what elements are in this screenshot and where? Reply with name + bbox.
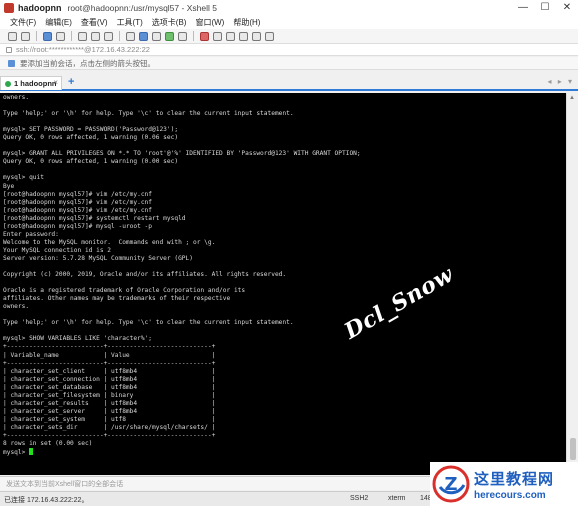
- toolbar-divider: [71, 31, 72, 41]
- logo-text: 这里教程网 herecours.com: [474, 468, 554, 501]
- menu-file[interactable]: 文件(F): [10, 17, 36, 28]
- hint-text: 要添加当前会话，点击左侧的箭头按钮。: [20, 58, 155, 68]
- script-icon[interactable]: [213, 31, 222, 41]
- menu-view[interactable]: 查看(V): [81, 17, 108, 28]
- keyboard-icon[interactable]: [239, 31, 248, 41]
- help-icon[interactable]: [265, 31, 274, 41]
- menu-edit[interactable]: 编辑(E): [45, 17, 72, 28]
- disconnect-icon[interactable]: [56, 31, 65, 41]
- terminal-scrollbar[interactable]: ▲ ▼: [566, 93, 578, 475]
- title-bar: hadoopnn root@hadoopnn:/usr/mysql57 - Xs…: [0, 0, 578, 16]
- window-subtitle: root@hadoopnn:/usr/mysql57 - Xshell 5: [67, 3, 217, 13]
- terminal-text: owners. Type 'help;' or '\h' for help. T…: [3, 94, 566, 457]
- terminal-cursor: [29, 448, 34, 456]
- scroll-up-icon[interactable]: ▲: [569, 95, 575, 101]
- reconnect-icon[interactable]: [43, 31, 52, 41]
- terminal-history: owners. Type 'help;' or '\h' for help. T…: [3, 94, 361, 448]
- toolbar-divider: [193, 31, 194, 41]
- close-window-button[interactable]: ✕: [556, 0, 578, 16]
- fullscreen-icon[interactable]: [252, 31, 261, 41]
- maximize-button[interactable]: ☐: [534, 0, 556, 16]
- connection-lock-icon: [6, 46, 12, 53]
- toolbar-divider: [119, 31, 120, 41]
- menu-help[interactable]: 帮助(H): [233, 17, 260, 28]
- xshell-app-icon: [4, 3, 14, 13]
- new-session-icon[interactable]: [8, 31, 17, 41]
- properties-icon[interactable]: [178, 31, 187, 41]
- terminal-type-status: xterm: [388, 495, 406, 502]
- compose-placeholder[interactable]: 发送文本到当前Xshell窗口的全部会话: [6, 479, 123, 489]
- lock-screen-icon[interactable]: [226, 31, 235, 41]
- site-logo: Z 这里教程网 herecours.com: [430, 462, 578, 506]
- logo-letter: Z: [444, 474, 457, 495]
- copy-icon[interactable]: [78, 31, 87, 41]
- connected-status-icon: [5, 80, 11, 87]
- logo-chinese-name: 这里教程网: [474, 469, 555, 488]
- hint-bar: 要添加当前会话，点击左侧的箭头按钮。: [0, 57, 578, 70]
- toolbar-divider: [36, 31, 37, 41]
- paste-icon[interactable]: [91, 31, 100, 41]
- menu-window[interactable]: 窗口(W): [195, 17, 224, 28]
- xftp-icon[interactable]: [200, 31, 209, 41]
- minimize-button[interactable]: —: [512, 0, 534, 16]
- globe-icon[interactable]: [165, 31, 174, 41]
- session-tab-bar: 1 hadoopnn × + ◂ ▸ ▾: [0, 75, 578, 91]
- session-tab-hadoopnn[interactable]: 1 hadoopnn ×: [0, 76, 62, 90]
- print-icon[interactable]: [126, 31, 135, 41]
- tab-label: 1 hadoopnn: [14, 79, 57, 88]
- toolbar: [0, 29, 578, 43]
- menu-tools[interactable]: 工具(T): [117, 17, 143, 28]
- add-tab-button[interactable]: +: [68, 76, 74, 88]
- site-logo-icon: Z: [432, 465, 470, 503]
- close-tab-icon[interactable]: ×: [53, 78, 58, 87]
- terminal-output[interactable]: owners. Type 'help;' or '\h' for help. T…: [0, 93, 566, 475]
- menu-tabs[interactable]: 选项卡(B): [152, 17, 187, 28]
- connection-status: 已连接 172.16.43.222:22。: [4, 497, 89, 504]
- window-title: hadoopnn: [18, 3, 62, 13]
- scroll-thumb[interactable]: [570, 438, 576, 460]
- window-controls: — ☐ ✕: [512, 0, 578, 16]
- logo-domain: herecours.com: [474, 489, 546, 501]
- find-icon[interactable]: [104, 31, 113, 41]
- mysql-prompt: mysql>: [3, 449, 30, 457]
- font-icon[interactable]: [152, 31, 161, 41]
- color-scheme-icon[interactable]: [139, 31, 148, 41]
- address-bar[interactable]: ssh://root:************@172.16.43.222:22: [0, 43, 578, 56]
- menu-bar: 文件(F) 编辑(E) 查看(V) 工具(T) 选项卡(B) 窗口(W) 帮助(…: [0, 16, 578, 29]
- arrow-info-icon[interactable]: [8, 59, 15, 67]
- tab-navigation-arrows[interactable]: ◂ ▸ ▾: [548, 77, 575, 86]
- open-folder-icon[interactable]: [21, 31, 30, 41]
- session-address[interactable]: ssh://root:************@172.16.43.222:22: [16, 45, 150, 54]
- protocol-status: SSH2: [350, 495, 369, 502]
